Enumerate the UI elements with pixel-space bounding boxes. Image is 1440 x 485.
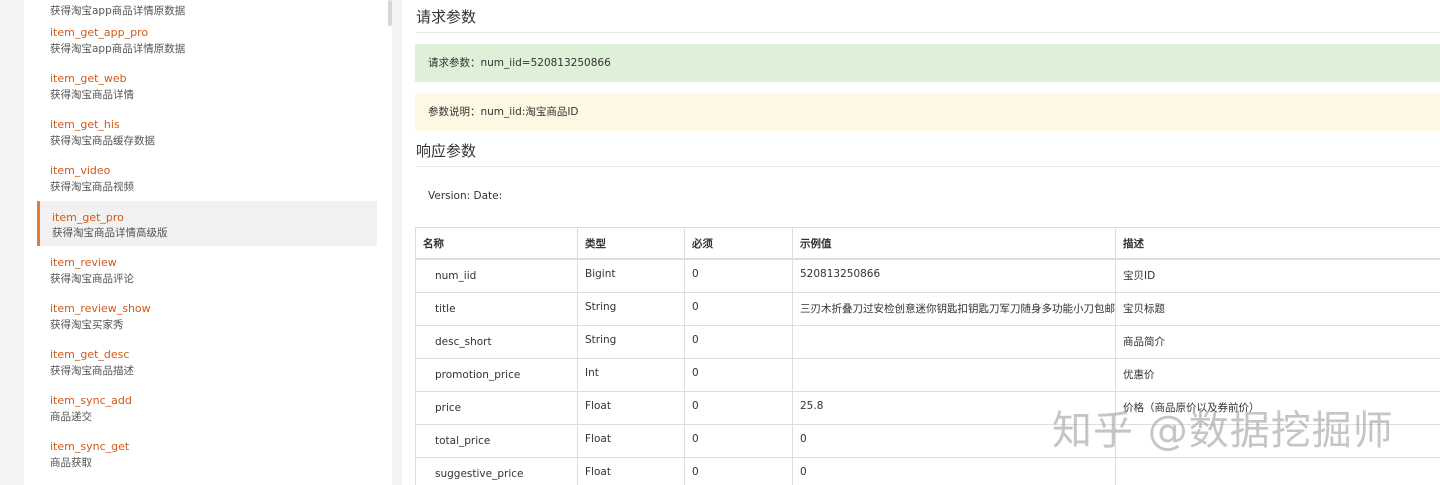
sidebar-item-desc: 商品递交	[50, 411, 92, 423]
sidebar-item-desc: 获得淘宝买家秀	[50, 319, 124, 331]
cell-type: String	[577, 291, 685, 326]
sidebar-item-item-get-app-pro[interactable]: item_get_app_pro 获得淘宝app商品详情原数据	[24, 26, 377, 72]
cell-description: 宝贝ID	[1115, 258, 1440, 293]
cell-type: Float	[577, 390, 685, 425]
header-description: 描述	[1115, 227, 1440, 260]
cell-description: 宝贝标题	[1115, 291, 1440, 326]
sidebar-item-name: item_video	[50, 164, 111, 177]
header-name: 名称	[415, 227, 578, 260]
sidebar-item-name: item_get_web	[50, 72, 127, 85]
header-example: 示例值	[792, 227, 1116, 260]
sidebar-item-name: item_sync_add	[50, 394, 132, 407]
sidebar: 获得淘宝app商品详情原数据 item_get_app_pro 获得淘宝app商…	[24, 0, 392, 485]
sidebar-item-name: item_get_desc	[50, 348, 130, 361]
sidebar-item-name: item_get_pro	[52, 211, 124, 224]
sidebar-item-desc: 获得淘宝app商品详情原数据	[50, 5, 186, 17]
sidebar-item-item-review-show[interactable]: item_review_show 获得淘宝买家秀	[24, 302, 377, 348]
sidebar-item-desc: 获得淘宝商品评论	[50, 273, 134, 285]
table-row: title String 0 三刃木折叠刀过安检创意迷你钥匙扣钥匙刀军刀随身多功…	[415, 291, 1440, 326]
sidebar-item-name: item_review	[50, 256, 117, 269]
version-text: Version: Date:	[428, 190, 503, 202]
cell-name: price	[415, 390, 578, 425]
cell-example: 0	[792, 456, 1116, 485]
cell-name: promotion_price	[415, 357, 578, 392]
sidebar-scrollbar[interactable]	[388, 0, 392, 26]
cell-type: String	[577, 324, 685, 359]
params-explain-alert: 参数说明：num_iid:淘宝商品ID	[415, 93, 1440, 131]
table-row: desc_short String 0 商品简介	[415, 324, 1440, 359]
cell-example: 520813250866	[792, 258, 1116, 293]
cell-description: 商品简介	[1115, 324, 1440, 359]
cell-required: 0	[684, 324, 793, 359]
cell-required: 0	[684, 291, 793, 326]
cell-type: Bigint	[577, 258, 685, 293]
cell-example	[792, 324, 1116, 359]
cell-required: 0	[684, 456, 793, 485]
sidebar-item-desc: 获得淘宝app商品详情原数据	[50, 43, 186, 55]
sidebar-item-desc: 获得淘宝商品详情	[50, 89, 134, 101]
header-required: 必须	[684, 227, 793, 260]
sidebar-item-name: item_get_app_pro	[50, 26, 149, 39]
header-type: 类型	[577, 227, 685, 260]
cell-required: 0	[684, 258, 793, 293]
sidebar-item-item-get-web[interactable]: item_get_web 获得淘宝商品详情	[24, 72, 377, 118]
cell-name: title	[415, 291, 578, 326]
table-row: num_iid Bigint 0 520813250866 宝贝ID	[415, 258, 1440, 293]
response-params-title: 响应参数	[416, 140, 1440, 167]
sidebar-item-name: item_review_show	[50, 302, 151, 315]
sidebar-item-item-get-his[interactable]: item_get_his 获得淘宝商品缓存数据	[24, 118, 377, 164]
sidebar-item-desc: 获得淘宝商品详情高级版	[52, 227, 168, 239]
cell-description	[1115, 456, 1440, 485]
sidebar-item-name: item_get_his	[50, 118, 120, 131]
cell-type: Float	[577, 423, 685, 458]
sidebar-item-item-review[interactable]: item_review 获得淘宝商品评论	[24, 256, 377, 302]
cell-description: 优惠价	[1115, 357, 1440, 392]
cell-required: 0	[684, 357, 793, 392]
sidebar-item-item-get-desc[interactable]: item_get_desc 获得淘宝商品描述	[24, 348, 377, 394]
table-header-row: 名称 类型 必须 示例值 描述	[415, 227, 1440, 260]
sidebar-item-desc: 商品获取	[50, 457, 92, 469]
cell-example: 三刃木折叠刀过安检创意迷你钥匙扣钥匙刀军刀随身多功能小刀包邮	[792, 291, 1116, 326]
sidebar-item-desc: 获得淘宝商品描述	[50, 365, 134, 377]
sidebar-item-item-get-pro[interactable]: item_get_pro 获得淘宝商品详情高级版	[37, 201, 377, 246]
cell-required: 0	[684, 423, 793, 458]
sidebar-item-item-sync-get[interactable]: item_sync_get 商品获取	[24, 440, 377, 485]
request-params-alert: 请求参数：num_iid=520813250866	[415, 44, 1440, 82]
cell-name: suggestive_price	[415, 456, 578, 485]
sidebar-item-item-sync-add[interactable]: item_sync_add 商品递交	[24, 394, 377, 440]
cell-required: 0	[684, 390, 793, 425]
cell-type: Int	[577, 357, 685, 392]
request-params-title: 请求参数	[416, 6, 1440, 33]
sidebar-item-desc: 获得淘宝商品视频	[50, 181, 134, 193]
cell-name: desc_short	[415, 324, 578, 359]
table-row: promotion_price Int 0 优惠价	[415, 357, 1440, 392]
cell-type: Float	[577, 456, 685, 485]
zhihu-watermark: 知乎 @数据挖掘师	[1052, 408, 1394, 454]
cell-example	[792, 357, 1116, 392]
cell-name: num_iid	[415, 258, 578, 293]
table-row: suggestive_price Float 0 0	[415, 456, 1440, 485]
cell-name: total_price	[415, 423, 578, 458]
sidebar-item-name: item_sync_get	[50, 440, 130, 453]
sidebar-item-desc: 获得淘宝商品缓存数据	[50, 135, 155, 147]
